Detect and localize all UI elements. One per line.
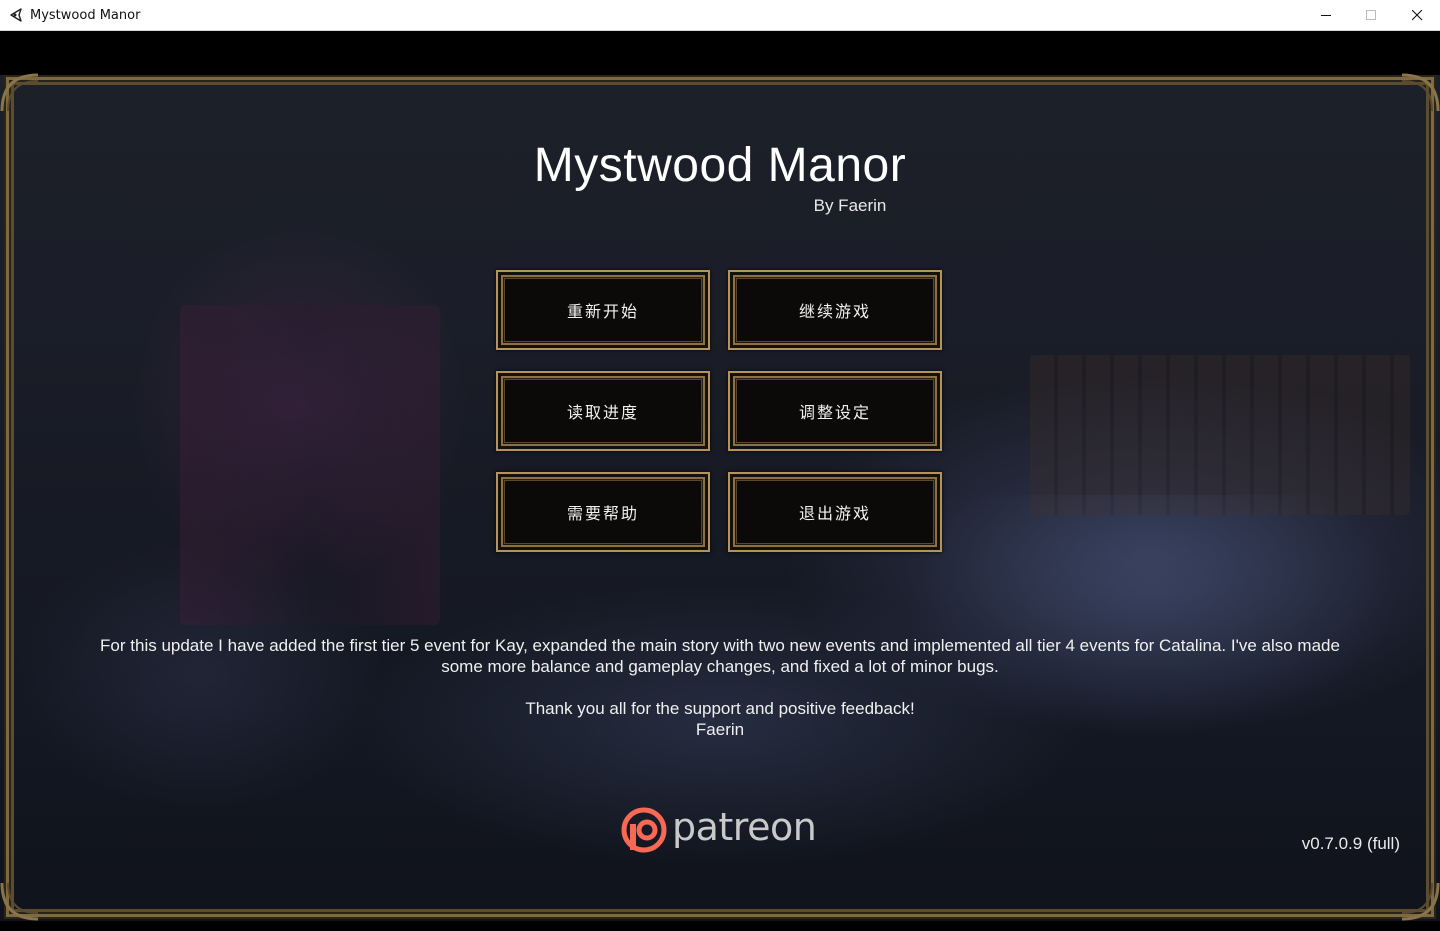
app-icon: [10, 8, 22, 22]
ornate-frame: [6, 77, 1434, 917]
thanks-text: Thank you all for the support and positi…: [525, 699, 915, 718]
window-titlebar[interactable]: Mystwood Manor: [0, 0, 1440, 31]
patreon-logo-icon: [621, 807, 667, 853]
help-button[interactable]: 需要帮助: [496, 472, 710, 552]
game-author: By Faerin: [813, 196, 887, 215]
start-button-label: 重新开始: [566, 302, 639, 321]
update-notes: For this update I have added the first t…: [40, 635, 1400, 677]
help-button-label: 需要帮助: [566, 504, 639, 523]
frame-corner-ornament: [0, 73, 39, 112]
minimize-button[interactable]: [1303, 0, 1349, 31]
quit-button[interactable]: 退出游戏: [728, 472, 942, 552]
maximize-button[interactable]: [1348, 0, 1394, 31]
update-notes-line: some more balance and gameplay changes, …: [441, 657, 999, 676]
start-button[interactable]: 重新开始: [496, 270, 710, 350]
settings-button-label: 调整设定: [798, 403, 871, 422]
window-title: Mystwood Manor: [30, 8, 141, 23]
game-viewport: Mystwood Manor By Faerin 重新开始 继续游戏 读取进度 …: [0, 31, 1440, 931]
quit-button-label: 退出游戏: [798, 504, 871, 523]
signature-text: Faerin: [695, 720, 745, 739]
load-button-label: 读取进度: [566, 403, 639, 422]
frame-corner-ornament: [1401, 73, 1440, 112]
close-button[interactable]: [1394, 0, 1440, 31]
update-notes-line: For this update I have added the first t…: [100, 636, 1340, 655]
patreon-wordmark: patreon: [672, 805, 817, 849]
maximize-icon: [1365, 10, 1376, 20]
load-button[interactable]: 读取进度: [496, 371, 710, 451]
close-icon: [1411, 10, 1422, 21]
thanks-message: Thank you all for the support and positi…: [0, 698, 1440, 740]
game-title: Mystwood Manor: [533, 139, 907, 192]
settings-button[interactable]: 调整设定: [728, 371, 942, 451]
minimize-icon: [1320, 15, 1331, 16]
continue-button-label: 继续游戏: [798, 302, 871, 321]
version-label: v0.7.0.9 (full): [1301, 834, 1400, 853]
patreon-link[interactable]: patreon: [620, 805, 817, 855]
frame-corner-ornament: [0, 882, 39, 921]
continue-button[interactable]: 继续游戏: [728, 270, 942, 350]
frame-corner-ornament: [1401, 882, 1440, 921]
